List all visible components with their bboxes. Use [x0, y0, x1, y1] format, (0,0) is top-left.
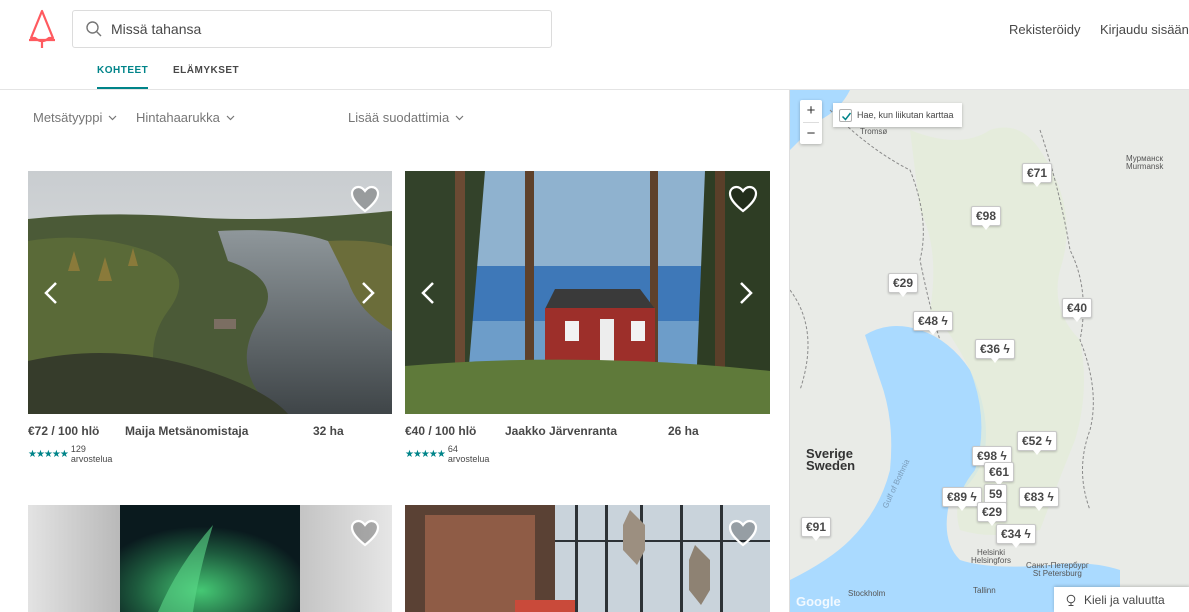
chevron-down-icon	[455, 115, 464, 120]
heart-icon[interactable]	[350, 519, 380, 547]
cabin-forest-image	[405, 171, 770, 414]
star-rating-icon: ★★★★★	[28, 448, 69, 460]
lake-forest-image	[28, 171, 392, 414]
filter-more-label: Lisää suodattimia	[348, 110, 450, 125]
map-label-sweden: Sverige Sweden	[806, 446, 856, 473]
zoom-out-button[interactable]: −	[800, 123, 822, 145]
heart-icon[interactable]	[350, 185, 380, 213]
heart-icon[interactable]	[728, 185, 758, 213]
listing-rating: ★★★★★ 64 arvostelua	[405, 444, 489, 464]
map-price-pin[interactable]: €71	[1022, 163, 1053, 187]
map-panel[interactable]: + − Hae, kun liikutan karttaa Tromsø Мур…	[789, 90, 1189, 612]
logo-icon[interactable]	[24, 8, 60, 50]
map-label-stockholm: Stockholm	[848, 589, 886, 598]
map-price-pin[interactable]: €91	[801, 517, 832, 541]
language-currency-label: Kieli ja valuutta	[1084, 592, 1165, 607]
checkmark-icon	[841, 112, 852, 121]
tab-elamykset[interactable]: ELÄMYKSET	[173, 65, 239, 76]
filter-more[interactable]: Lisää suodattimia	[348, 110, 464, 125]
aurora-image	[28, 505, 392, 612]
login-link[interactable]: Kirjaudu sisään	[1100, 22, 1189, 37]
listing-price: €72 / 100 hlö	[28, 424, 100, 438]
map-price-pin[interactable]: €34 ϟ	[996, 524, 1036, 548]
map-zoom-controls: + −	[800, 100, 822, 144]
heart-icon[interactable]	[728, 519, 758, 547]
filter-forest-type[interactable]: Metsätyyppi	[33, 110, 117, 125]
map-label-tromso: Tromsø	[860, 127, 888, 136]
map-price-pin[interactable]: €29	[977, 502, 1008, 526]
map-label-st-petersburg: Санкт-Петербург St Petersburg	[1026, 561, 1089, 578]
map-label-murmansk: Мурманск Murmansk	[1126, 154, 1164, 171]
listing-owner: Maija Metsänomistaja	[125, 424, 249, 438]
search-as-map-moves-checkbox[interactable]: Hae, kun liikutan karttaa	[833, 103, 962, 127]
listing-rating: ★★★★★ 129 arvostelua	[28, 444, 112, 464]
chevron-left-icon[interactable]	[421, 281, 435, 305]
zoom-in-button[interactable]: +	[800, 100, 822, 122]
map-price-pin[interactable]: €98	[971, 206, 1002, 230]
interior-image	[405, 505, 770, 612]
filter-forest-type-label: Metsätyyppi	[33, 110, 103, 125]
checkbox-icon[interactable]	[839, 108, 852, 122]
listing-photo-aurora[interactable]	[28, 505, 392, 612]
map-label-tallinn: Tallinn	[973, 586, 996, 595]
map-price-pin[interactable]: €36 ϟ	[975, 339, 1015, 363]
listing-photo-lake[interactable]	[28, 171, 392, 414]
map-price-pin[interactable]: 59	[984, 484, 1008, 508]
filter-price-range[interactable]: Hintahaarukka	[136, 110, 235, 125]
listing-size: 26 ha	[668, 424, 699, 438]
search-input[interactable]: Missä tahansa	[72, 10, 552, 48]
map-price-pin[interactable]: €48 ϟ	[913, 311, 953, 335]
chevron-down-icon	[108, 115, 117, 120]
category-tabs: KOHTEET ELÄMYKSET	[0, 62, 1189, 90]
checkbox-label: Hae, kun liikutan karttaa	[857, 110, 954, 120]
map-label-helsinki: Helsinki Helsingfors	[971, 548, 1012, 565]
filter-price-range-label: Hintahaarukka	[136, 110, 220, 125]
review-count: 129 arvostelua	[70, 444, 113, 464]
review-count: 64 arvostelua	[447, 444, 490, 464]
search-placeholder: Missä tahansa	[111, 21, 202, 37]
map-price-pin[interactable]: €61	[984, 462, 1015, 486]
map-price-pin[interactable]: €40	[1062, 298, 1093, 322]
listing-meta: €72 / 100 hlö Maija Metsänomistaja 32 ha	[28, 424, 344, 438]
map-price-pin[interactable]: €29	[888, 273, 919, 297]
map-price-pin[interactable]: €89 ϟ	[942, 487, 982, 511]
map-price-pin[interactable]: €83 ϟ	[1019, 487, 1059, 511]
header: Missä tahansa Rekisteröidy Kirjaudu sisä…	[0, 0, 1189, 62]
google-logo: Google	[796, 594, 841, 609]
globe-pin-icon	[1066, 594, 1076, 606]
register-link[interactable]: Rekisteröidy	[1009, 22, 1081, 37]
tab-kohteet[interactable]: KOHTEET	[97, 65, 149, 89]
chevron-right-icon[interactable]	[361, 281, 375, 305]
listing-owner: Jaakko Järvenranta	[505, 424, 618, 438]
listing-photo-cabin[interactable]	[405, 171, 770, 414]
chevron-right-icon[interactable]	[739, 281, 753, 305]
chevron-left-icon[interactable]	[44, 281, 58, 305]
listing-meta: €40 / 100 hlö Jaakko Järvenranta 26 ha	[405, 424, 699, 438]
listing-size: 32 ha	[313, 424, 344, 438]
chevron-down-icon	[226, 115, 235, 120]
search-icon	[86, 21, 102, 37]
map-price-pin[interactable]: €52 ϟ	[1017, 431, 1057, 455]
language-currency-button[interactable]: Kieli ja valuutta	[1054, 587, 1189, 612]
star-rating-icon: ★★★★★	[405, 448, 446, 460]
listing-price: €40 / 100 hlö	[405, 424, 477, 438]
listing-photo-interior[interactable]	[405, 505, 770, 612]
